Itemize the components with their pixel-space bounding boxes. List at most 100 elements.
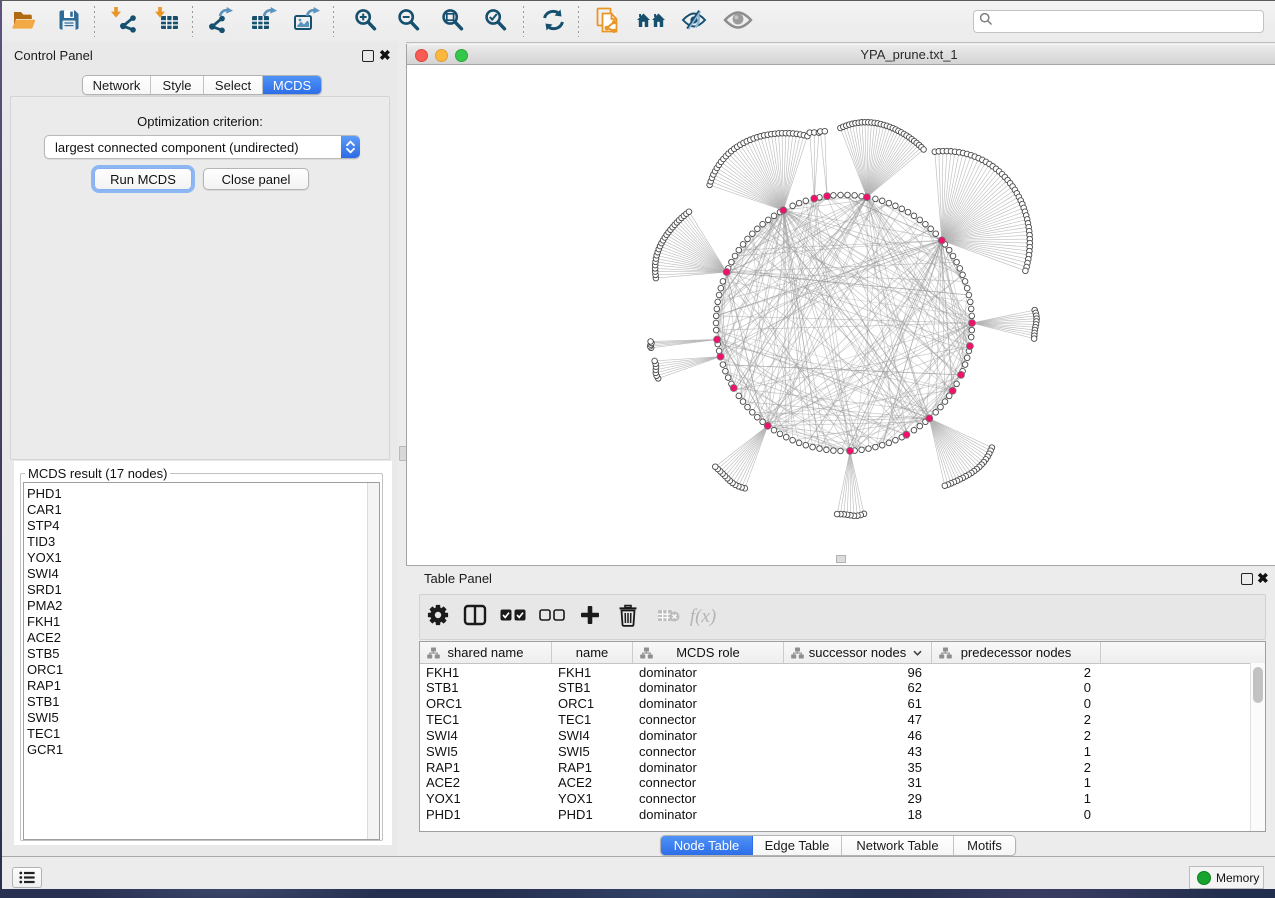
run-mcds-button[interactable]: Run MCDS <box>94 168 192 190</box>
table-row-FKH1[interactable]: FKH1FKH1dominator962 <box>420 665 1265 681</box>
create-new-column-button[interactable] <box>575 603 605 631</box>
doc-share-icon <box>595 6 621 39</box>
close-panel-icon[interactable]: ✖ <box>379 49 391 61</box>
node-table: shared namenameMCDS rolesuccessor nodesp… <box>419 641 1266 832</box>
close-panel-button[interactable]: Close panel <box>203 168 309 190</box>
save-session-button[interactable] <box>55 8 83 36</box>
column-header-predecessor-nodes[interactable]: predecessor nodes <box>932 642 1101 663</box>
show-graphics-details-button[interactable] <box>724 8 752 36</box>
export-image-button[interactable] <box>293 8 321 36</box>
table-float-icon[interactable] <box>1241 573 1253 585</box>
tab-network-table[interactable]: Network Table <box>842 836 954 855</box>
zoom-out-button[interactable] <box>395 8 423 36</box>
table-row-PHD1[interactable]: PHD1PHD1dominator180 <box>420 807 1265 823</box>
mcds-result-item[interactable]: RAP1 <box>24 678 379 694</box>
toolbar-separator <box>192 6 193 37</box>
mcds-result-item[interactable]: PMA2 <box>24 598 379 614</box>
sort-desc-icon <box>912 649 923 657</box>
mcds-result-item[interactable]: SWI5 <box>24 710 379 726</box>
horizontal-splitter-handle[interactable] <box>836 555 846 563</box>
mcds-result-item[interactable]: YOX1 <box>24 550 379 566</box>
unselect-all-columns-button[interactable] <box>537 603 567 631</box>
open-file-button[interactable] <box>10 8 38 36</box>
zoom-selected-region-button[interactable] <box>482 8 510 36</box>
search-input[interactable] <box>993 13 1263 30</box>
plus-icon <box>579 604 601 631</box>
mcds-result-item[interactable]: PHD1 <box>24 486 379 502</box>
table-row-SWI5[interactable]: SWI5SWI5connector431 <box>420 744 1265 760</box>
tab-edge-table[interactable]: Edge Table <box>753 836 842 855</box>
mcds-result-item[interactable]: CAR1 <box>24 502 379 518</box>
mcds-result-item[interactable]: TEC1 <box>24 726 379 742</box>
tab-node-table[interactable]: Node Table <box>661 836 753 855</box>
show-column-panel-button[interactable] <box>460 603 490 631</box>
task-history-button[interactable] <box>12 867 42 888</box>
column-header-shared-name[interactable]: shared name <box>420 642 552 663</box>
select-all-columns-button[interactable] <box>498 603 528 631</box>
column-header-name[interactable]: name <box>552 642 633 663</box>
network-canvas[interactable] <box>407 65 1275 565</box>
mcds-result-item[interactable]: STB1 <box>24 694 379 710</box>
table-close-icon[interactable]: ✖ <box>1257 572 1269 584</box>
mcds-result-item[interactable]: FKH1 <box>24 614 379 630</box>
table-row-ORC1[interactable]: ORC1ORC1dominator610 <box>420 696 1265 712</box>
column-header-MCDS-role[interactable]: MCDS role <box>633 642 784 663</box>
tab-motifs[interactable]: Motifs <box>954 836 1015 855</box>
table-row-STB1[interactable]: STB1STB1dominator620 <box>420 680 1265 696</box>
optimization-criterion-select[interactable]: largest connected component (undirected) <box>44 135 360 159</box>
network-frame-titlebar[interactable]: YPA_prune.txt_1 <box>407 44 1275 65</box>
cell-predecessor_nodes: 1 <box>938 775 1091 791</box>
network-overview-button[interactable] <box>594 8 622 36</box>
column-header-successor-nodes[interactable]: successor nodes <box>784 642 932 663</box>
vertical-splitter[interactable] <box>398 42 406 856</box>
delete-columns-button[interactable] <box>613 603 643 631</box>
trash-icon <box>618 603 638 632</box>
mcds-result-list[interactable]: PHD1CAR1STP4TID3YOX1SWI4SRD1PMA2FKH1ACE2… <box>23 482 380 840</box>
maximize-window-icon[interactable] <box>455 49 468 62</box>
table-row-TEC1[interactable]: TEC1TEC1connector472 <box>420 712 1265 728</box>
minimize-window-icon[interactable] <box>435 49 448 62</box>
memory-button[interactable]: Memory <box>1189 866 1264 889</box>
table-row-ACE2[interactable]: ACE2ACE2connector311 <box>420 775 1265 791</box>
tab-style[interactable]: Style <box>151 76 204 94</box>
mcds-result-item[interactable]: ORC1 <box>24 662 379 678</box>
mcds-result-item[interactable]: TID3 <box>24 534 379 550</box>
import-network-from-file-button[interactable] <box>110 8 138 36</box>
export-table-button[interactable] <box>250 8 278 36</box>
column-label: successor nodes <box>784 642 931 663</box>
close-window-icon[interactable] <box>415 49 428 62</box>
cell-name: PHD1 <box>558 807 629 823</box>
cell-successor_nodes: 29 <box>790 791 922 807</box>
table-scrollbar-thumb[interactable] <box>1253 667 1263 703</box>
mcds-result-item[interactable]: STB5 <box>24 646 379 662</box>
mcds-list-scrollbar[interactable] <box>367 483 379 839</box>
apply-layout-button[interactable] <box>539 8 567 36</box>
zoom-fit-content-button[interactable] <box>439 8 467 36</box>
mcds-result-item[interactable]: ACE2 <box>24 630 379 646</box>
table-row-RAP1[interactable]: RAP1RAP1dominator352 <box>420 760 1265 776</box>
export-table-icon <box>250 6 278 38</box>
cell-predecessor_nodes: 2 <box>938 760 1091 776</box>
mcds-result-item[interactable]: SWI4 <box>24 566 379 582</box>
table-mode-gear-button[interactable] <box>423 603 453 631</box>
tab-select[interactable]: Select <box>204 76 263 94</box>
mcds-result-item[interactable]: GCR1 <box>24 742 379 758</box>
optimization-criterion-value: largest connected component (undirected) <box>45 140 341 155</box>
cell-mcds_role: connector <box>639 712 780 728</box>
birds-eye-view-button[interactable] <box>637 8 665 36</box>
hide-graphics-details-button[interactable] <box>680 8 708 36</box>
import-table-from-file-button[interactable] <box>153 8 181 36</box>
table-row-YOX1[interactable]: YOX1YOX1connector291 <box>420 791 1265 807</box>
cell-mcds_role: dominator <box>639 728 780 744</box>
mcds-result-item[interactable]: SRD1 <box>24 582 379 598</box>
cell-successor_nodes: 31 <box>790 775 922 791</box>
export-network-button[interactable] <box>207 8 235 36</box>
table-row-SWI4[interactable]: SWI4SWI4dominator462 <box>420 728 1265 744</box>
table-scrollbar[interactable] <box>1250 663 1265 831</box>
float-panel-icon[interactable] <box>362 50 374 62</box>
tab-mcds[interactable]: MCDS <box>263 76 321 94</box>
zoom-in-button[interactable] <box>352 8 380 36</box>
mcds-result-item[interactable]: STP4 <box>24 518 379 534</box>
tab-network[interactable]: Network <box>83 76 151 94</box>
search-field[interactable] <box>973 10 1264 33</box>
